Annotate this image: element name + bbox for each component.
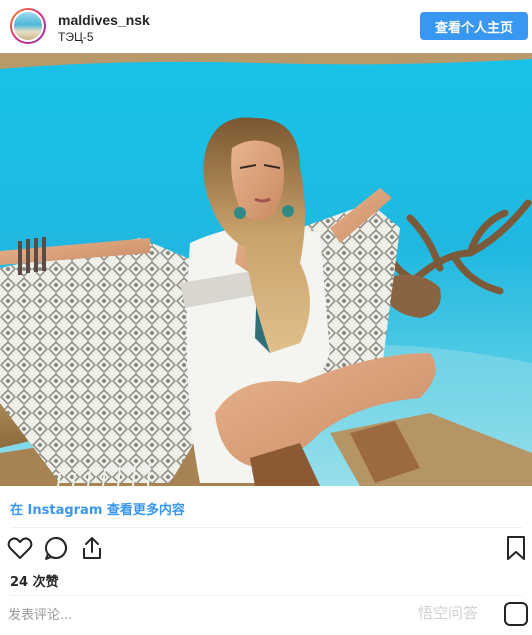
like-count[interactable]: 24 次赞 <box>10 571 59 590</box>
post-photo[interactable] <box>0 53 532 486</box>
post-photo-image <box>0 53 532 486</box>
watermark: 悟空问答 <box>418 604 479 622</box>
view-more-on-instagram-link[interactable]: 在 Instagram 查看更多内容 <box>10 499 185 518</box>
comment-icon[interactable] <box>42 534 70 562</box>
share-icon[interactable] <box>78 534 106 562</box>
post-actions <box>0 534 532 566</box>
comment-input[interactable] <box>8 604 408 626</box>
username-link[interactable]: maldives_nsk <box>58 12 150 28</box>
avatar-image <box>12 10 44 42</box>
bookmark-icon[interactable] <box>502 534 530 562</box>
post-header: maldives_nsk ТЭЦ-5 查看个人主页 <box>0 0 532 52</box>
avatar[interactable] <box>10 8 46 44</box>
divider <box>10 595 522 596</box>
location-link[interactable]: ТЭЦ-5 <box>58 30 94 44</box>
divider <box>10 527 522 528</box>
view-profile-button[interactable]: 查看个人主页 <box>420 12 528 40</box>
watermark-logo-icon <box>504 602 528 626</box>
heart-icon[interactable] <box>6 534 34 562</box>
